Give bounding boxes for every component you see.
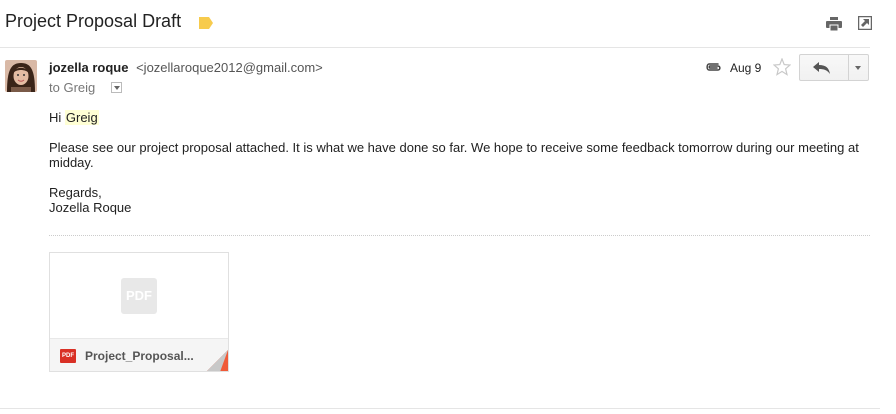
email-subject: Project Proposal Draft (5, 11, 182, 31)
sender-avatar[interactable] (5, 60, 37, 92)
greeting-name: Greig (64, 110, 99, 125)
reply-button-group (799, 54, 869, 81)
reply-icon (813, 62, 830, 74)
header-divider (0, 47, 870, 48)
subject-bar: Project Proposal Draft (0, 0, 896, 46)
pdf-thumbnail-icon: PDF (121, 278, 157, 314)
message-date[interactable]: Aug 9 (730, 61, 761, 75)
footer-divider (0, 408, 880, 409)
recipient-text: to Greig (49, 80, 96, 95)
open-in-new-window-icon[interactable] (858, 16, 872, 30)
attachments-divider (49, 235, 870, 236)
sender-name[interactable]: jozella roque (49, 60, 128, 75)
label-tag-icon[interactable] (199, 17, 213, 29)
recipient-line: to Greig (49, 80, 122, 95)
more-actions-button[interactable] (849, 55, 868, 80)
attachment-preview[interactable]: PDF (50, 253, 228, 338)
signoff-line-1: Regards, (49, 185, 102, 200)
pdf-file-icon: PDF (60, 349, 76, 363)
email-greeting: Hi Greig (49, 110, 99, 125)
print-icon[interactable] (826, 17, 842, 31)
email-body-paragraph: Please see our project proposal attached… (49, 140, 859, 170)
paperclip-icon (706, 63, 721, 71)
reply-button[interactable] (800, 55, 848, 80)
attachment-filename[interactable]: Project_Proposal... (85, 349, 205, 363)
attachment-card[interactable]: PDF PDF Project_Proposal... (49, 252, 229, 372)
sender-line: jozella roque <jozellaroque2012@gmail.co… (49, 60, 323, 75)
greeting-prefix: Hi (49, 110, 65, 125)
email-signoff: Regards, Jozella Roque (49, 185, 131, 215)
star-icon[interactable] (773, 58, 791, 76)
page-curl-icon (207, 350, 228, 371)
attachment-footer: PDF Project_Proposal... (50, 338, 228, 371)
sender-email: <jozellaroque2012@gmail.com> (136, 60, 323, 75)
signoff-line-2: Jozella Roque (49, 200, 132, 215)
show-details-dropdown[interactable] (110, 82, 122, 94)
